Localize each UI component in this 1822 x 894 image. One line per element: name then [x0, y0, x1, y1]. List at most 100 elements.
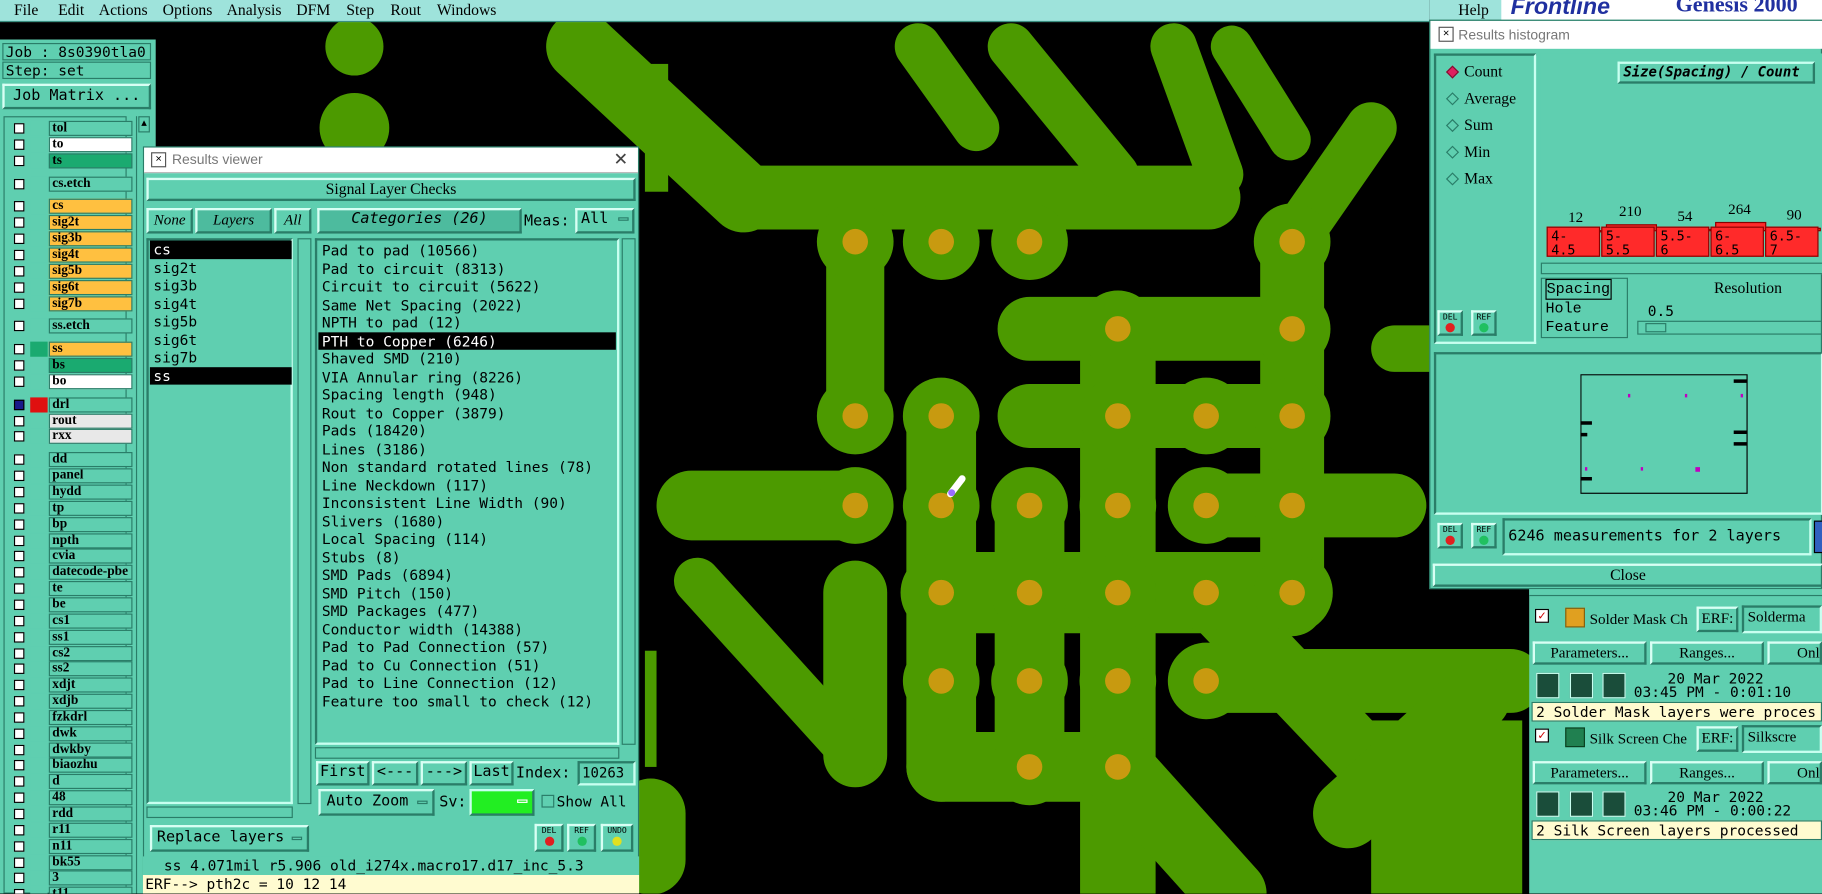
layer-name[interactable]: te — [48, 581, 133, 597]
layer-checkbox[interactable] — [13, 567, 25, 578]
layer-color-swatch[interactable] — [30, 693, 48, 709]
meas-dropdown[interactable]: All — [575, 207, 635, 234]
layer-color-swatch[interactable] — [30, 429, 48, 445]
layer-color-swatch[interactable] — [30, 516, 48, 532]
layer-color-swatch[interactable] — [30, 153, 48, 169]
layer-row-rout[interactable]: rout — [10, 413, 133, 429]
menu-windows[interactable]: Windows — [437, 1, 497, 20]
layer-name[interactable]: ss1 — [48, 629, 133, 645]
layer-row-ss.etch[interactable]: ss.etch — [10, 318, 133, 334]
layer-name[interactable]: cs1 — [48, 613, 133, 629]
silk-view-icon[interactable] — [1569, 791, 1594, 817]
layer-row-sig6t[interactable]: sig6t — [10, 279, 133, 295]
hist-ref-button[interactable]: REF — [1471, 310, 1497, 336]
category-item[interactable]: Same Net Spacing (2022) — [318, 296, 615, 314]
mode-sum-radio[interactable]: Sum — [1445, 116, 1493, 135]
menu-rout[interactable]: Rout — [390, 1, 421, 20]
layer-checkbox[interactable] — [13, 123, 25, 134]
layer-color-swatch[interactable] — [30, 374, 48, 390]
layer-row-tp[interactable]: tp — [10, 500, 133, 516]
layer-name[interactable]: 48 — [48, 790, 133, 806]
silk-run-icon[interactable] — [1536, 791, 1560, 817]
category-item[interactable]: NPTH to pad (12) — [318, 314, 615, 332]
ref-button[interactable]: REF — [567, 823, 597, 852]
solder-run-icon[interactable] — [1536, 672, 1560, 699]
layer-color-swatch[interactable] — [30, 725, 48, 742]
layer-checkbox[interactable] — [13, 139, 25, 150]
solder-enable-checkbox[interactable]: ✓ — [1535, 608, 1549, 623]
silk-enable-checkbox[interactable]: ✓ — [1535, 728, 1549, 743]
category-item[interactable]: Feature too small to check (12) — [318, 692, 615, 710]
layer-checkbox[interactable] — [13, 344, 25, 355]
layer-name[interactable]: r11 — [48, 822, 133, 838]
layer-color-swatch[interactable] — [30, 263, 48, 279]
layer-row-r11[interactable]: r11 — [10, 822, 133, 838]
layer-row-cs.etch[interactable]: cs.etch — [10, 176, 133, 192]
layer-name[interactable]: rdd — [48, 806, 133, 822]
layer-color-swatch[interactable] — [30, 613, 48, 629]
layer-checkbox[interactable] — [13, 415, 25, 426]
mode-min-radio[interactable]: Min — [1445, 143, 1490, 162]
layer-color-swatch[interactable] — [30, 838, 48, 854]
category-item[interactable]: Pad to Pad Connection (57) — [318, 638, 615, 656]
result-layer-item[interactable]: sig4t — [150, 295, 292, 313]
preview-ref-button[interactable]: REF — [1471, 522, 1497, 549]
layer-checkbox[interactable] — [13, 360, 25, 371]
layer-row-bp[interactable]: bp — [10, 516, 133, 532]
layer-name[interactable]: tp — [48, 500, 133, 516]
layer-name[interactable]: cs — [48, 199, 133, 215]
layer-name[interactable]: d — [48, 774, 133, 790]
layer-color-swatch[interactable] — [30, 790, 48, 806]
layer-color-swatch[interactable] — [30, 597, 48, 613]
layer-name[interactable]: bp — [48, 516, 133, 532]
layer-name[interactable]: ss — [48, 341, 133, 357]
layer-name[interactable]: xdjt — [48, 677, 133, 693]
layer-name[interactable]: n11 — [48, 838, 133, 854]
category-item[interactable]: Slivers (1680) — [318, 512, 615, 530]
histogram-bin[interactable]: 6- 6.5 — [1710, 226, 1764, 257]
layer-checkbox[interactable] — [13, 551, 25, 562]
chart-hscrollbar[interactable] — [1540, 262, 1822, 275]
next-button[interactable]: ---> — [420, 761, 468, 786]
menu-help[interactable]: Help — [1458, 1, 1489, 20]
layer-name[interactable]: rxx — [48, 429, 133, 445]
layer-name[interactable]: sig2t — [48, 215, 133, 231]
layer-row-sig4t[interactable]: sig4t — [10, 247, 133, 263]
layer-color-swatch[interactable] — [30, 822, 48, 838]
category-item[interactable]: Non standard rotated lines (78) — [318, 458, 615, 476]
menu-options[interactable]: Options — [163, 1, 213, 20]
layer-color-swatch[interactable] — [30, 661, 48, 677]
layer-checkbox[interactable] — [13, 298, 25, 309]
layer-row-fzkdrl[interactable]: fzkdrl — [10, 709, 133, 725]
menu-edit[interactable]: Edit — [58, 1, 84, 20]
layer-checkbox[interactable] — [13, 776, 25, 788]
layer-checkbox[interactable] — [13, 431, 25, 443]
layer-checkbox[interactable] — [13, 792, 25, 804]
layer-row-cs[interactable]: cs — [10, 199, 133, 215]
result-layer-item[interactable]: sig5b — [150, 313, 292, 331]
category-item[interactable]: Shaved SMD (210) — [318, 350, 615, 368]
categories-button[interactable]: Categories (26) — [317, 207, 522, 234]
layer-checkbox[interactable] — [13, 201, 25, 212]
layer-checkbox[interactable] — [13, 599, 25, 610]
layer-name[interactable]: sig4t — [48, 247, 133, 263]
layer-row-ss[interactable]: ss — [10, 341, 133, 357]
show-all-checkbox[interactable] — [541, 794, 555, 808]
layer-color-swatch[interactable] — [30, 709, 48, 725]
close-button[interactable]: Close — [1432, 563, 1822, 587]
layer-color-swatch[interactable] — [30, 758, 48, 774]
layer-name[interactable]: hydd — [48, 484, 133, 500]
layer-checkbox[interactable] — [13, 583, 25, 594]
measure-option-feature[interactable]: Feature — [1545, 318, 1626, 337]
layer-name[interactable]: panel — [48, 468, 133, 484]
layer-row-t11[interactable]: t11 — [10, 886, 133, 894]
layer-color-swatch[interactable] — [30, 279, 48, 295]
solder-view-icon[interactable] — [1569, 672, 1594, 699]
solder-erf-value[interactable]: Solderma — [1741, 605, 1822, 634]
prev-button[interactable]: <--- — [371, 761, 419, 786]
layers-button[interactable]: Layers — [195, 207, 272, 234]
menu-actions[interactable]: Actions — [99, 1, 148, 20]
erf-command-line[interactable]: ERF--> pth2c = 10 12 14 — [142, 874, 640, 894]
layer-name[interactable]: datecode-pbe — [48, 565, 133, 581]
last-button[interactable]: Last — [469, 761, 514, 786]
